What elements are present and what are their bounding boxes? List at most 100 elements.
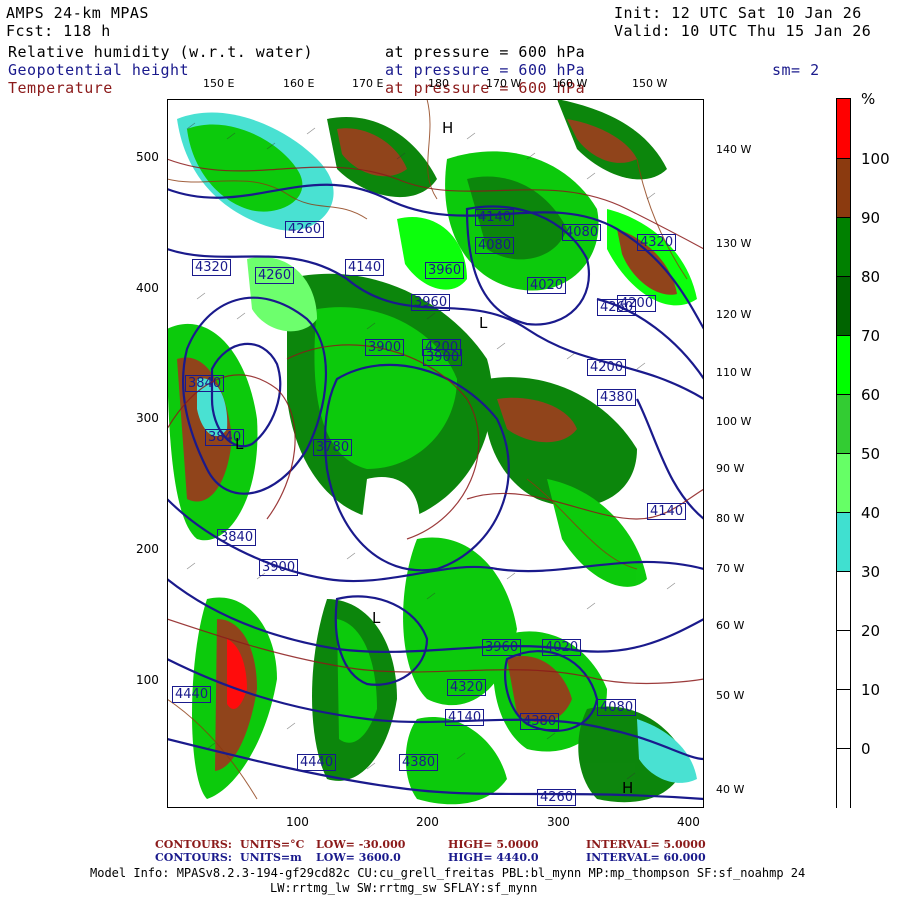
height-contour-label: 4140 <box>345 259 385 276</box>
forecast-hour: Fcst: 118 h <box>6 22 111 40</box>
colorbar-segment <box>837 158 850 219</box>
colorbar-segment <box>837 630 850 691</box>
smoothing-label: sm= 2 <box>772 61 820 79</box>
valid-time: Valid: 10 UTC Thu 15 Jan 26 <box>614 22 872 40</box>
weather-map: 4320 4260 4260 4140 3960 3900 3840 3780 3840 3900… <box>167 99 704 808</box>
x-tick: 300 <box>547 815 570 829</box>
colorbar-segment <box>837 748 850 809</box>
colorbar-tick-label: 60 <box>861 386 881 404</box>
top-lon-label: 160 E <box>283 77 315 90</box>
y-tick: 300 <box>136 411 159 425</box>
right-lon-label: 60 W <box>716 619 745 632</box>
height-contour-label: 4380 <box>597 389 637 406</box>
height-contour-label: 3900 <box>259 559 299 576</box>
colorbar-tick-label: 0 <box>861 740 871 758</box>
height-contour-label: 3960 <box>482 639 522 656</box>
model-title: AMPS 24-km MPAS <box>6 4 149 22</box>
right-lon-label: 80 W <box>716 512 745 525</box>
height-contour-low: LOW= 3600.0 <box>316 851 401 864</box>
model-info-line1: Model Info: MPASv8.2.3-194-gf29cd82c CU:… <box>90 866 806 880</box>
colorbar-segment <box>837 99 850 159</box>
low-pressure-marker: L <box>372 609 381 627</box>
field-name-temp: Temperature <box>8 79 113 97</box>
height-contour-label: 3840 <box>185 375 225 392</box>
height-contour-label: 3900 <box>365 339 405 356</box>
right-lon-label: 120 W <box>716 308 752 321</box>
field-name-height: Geopotential height <box>8 61 190 79</box>
colorbar-segment <box>837 512 850 573</box>
height-contour-label: 4140 <box>445 709 485 726</box>
colorbar-segment <box>837 217 850 278</box>
colorbar-tick-label: 100 <box>861 150 890 168</box>
low-pressure-marker: L <box>479 314 488 332</box>
colorbar-segment <box>837 453 850 514</box>
height-contour-label: 4020 <box>542 639 582 656</box>
height-contour-units: UNITS=m <box>240 851 302 864</box>
height-contour-label: 4440 <box>297 754 337 771</box>
colorbar-tick-label: 70 <box>861 327 881 345</box>
high-pressure-marker: H <box>622 779 634 797</box>
low-pressure-marker: L <box>235 435 244 453</box>
colorbar-tick-label: 20 <box>861 622 881 640</box>
height-contour-label: 3960 <box>411 294 451 311</box>
height-contour-label: 4320 <box>192 259 232 276</box>
colorbar-tick-label: 40 <box>861 504 881 522</box>
model-info-line2: LW:rrtmg_lw SW:rrtmg_sw SFLAY:sf_mynn <box>270 881 538 895</box>
temp-contour-label: CONTOURS: <box>155 838 232 851</box>
temp-contour-interval: INTERVAL= 5.0000 <box>586 838 706 851</box>
height-contour-label: 4200 <box>617 295 657 312</box>
colorbar-tick-label: 80 <box>861 268 881 286</box>
colorbar-unit: % <box>861 90 876 108</box>
top-lon-label: 170 W <box>486 77 522 90</box>
right-lon-label: 70 W <box>716 562 745 575</box>
y-tick: 200 <box>136 542 159 556</box>
init-time: Init: 12 UTC Sat 10 Jan 26 <box>614 4 862 22</box>
height-contour-label: 4320 <box>637 234 677 251</box>
top-lon-label: 160 W <box>552 77 588 90</box>
right-lon-label: 110 W <box>716 366 752 379</box>
height-contour-label: CONTOURS: <box>155 851 232 864</box>
top-lon-label: 150 E <box>203 77 235 90</box>
right-lon-label: 130 W <box>716 237 752 250</box>
temp-contour-low: LOW= -30.000 <box>316 838 406 851</box>
height-contour-label: 4260 <box>537 789 577 806</box>
height-contour-label: 4260 <box>285 221 325 238</box>
height-contour-label: 3780 <box>313 439 353 456</box>
colorbar-segment <box>837 571 850 632</box>
colorbar-tick-label: 30 <box>861 563 881 581</box>
y-tick: 100 <box>136 673 159 687</box>
x-tick: 400 <box>677 815 700 829</box>
right-lon-label: 90 W <box>716 462 745 475</box>
colorbar-tick-label: 50 <box>861 445 881 463</box>
height-contour-label: 4200 <box>587 359 627 376</box>
height-contour-label: 4080 <box>475 237 515 254</box>
right-lon-label: 50 W <box>716 689 745 702</box>
temp-contour-high: HIGH= 5.0000 <box>448 838 539 851</box>
colorbar-segment <box>837 394 850 455</box>
field-name-rh: Relative humidity (w.r.t. water) <box>8 43 313 61</box>
top-lon-label: 180 <box>428 77 449 90</box>
right-lon-label: 100 W <box>716 415 752 428</box>
y-tick: 400 <box>136 281 159 295</box>
colorbar-tick-label: 10 <box>861 681 881 699</box>
height-contour-label: 4140 <box>475 209 515 226</box>
temp-contour-units: UNITS=°C <box>240 838 305 851</box>
x-tick: 200 <box>416 815 439 829</box>
colorbar <box>836 98 851 809</box>
height-contour-label: 3840 <box>217 529 257 546</box>
right-lon-label: 40 W <box>716 783 745 796</box>
high-pressure-marker: H <box>442 119 454 137</box>
height-contour-label: 4200 <box>422 339 462 356</box>
height-contour-label: 4260 <box>255 267 295 284</box>
height-contour-interval: INTERVAL= 60.000 <box>586 851 706 864</box>
height-contour-label: 4380 <box>520 713 560 730</box>
top-lon-label: 150 W <box>632 77 668 90</box>
colorbar-tick-label: 90 <box>861 209 881 227</box>
colorbar-segment <box>837 689 850 750</box>
height-contour-label: 4440 <box>172 686 212 703</box>
height-contour-high: HIGH= 4440.0 <box>448 851 539 864</box>
height-contour-label: 4380 <box>399 754 439 771</box>
top-lon-label: 170 E <box>352 77 384 90</box>
height-contour-label: 4020 <box>527 277 567 294</box>
height-contour-label: 4080 <box>597 699 637 716</box>
